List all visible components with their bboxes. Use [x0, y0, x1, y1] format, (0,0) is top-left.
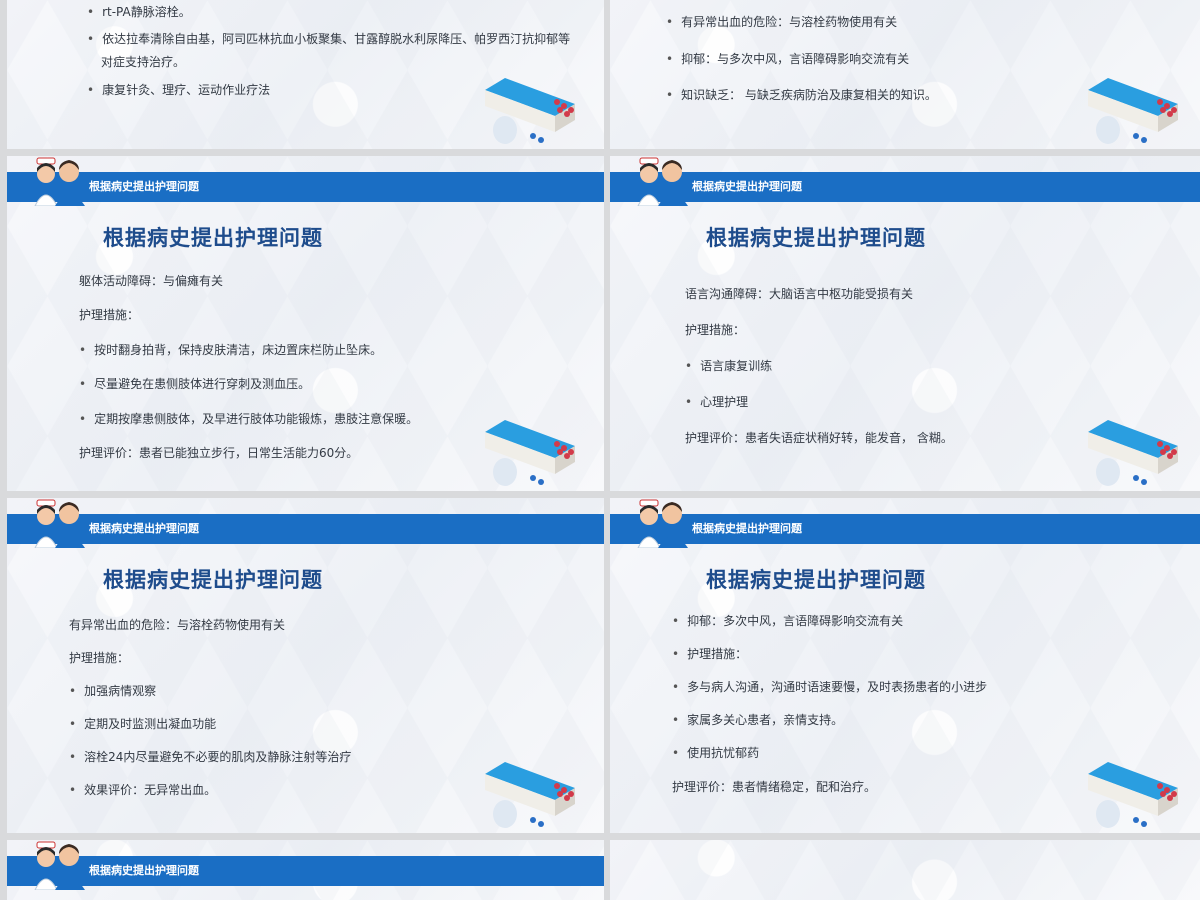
list-item: 护理评价：患者情绪稳定，配和治疗。: [672, 780, 877, 794]
list-item: 定期及时监测出凝血功能: [69, 715, 216, 732]
slide-banner: 根据病史提出护理问题: [610, 514, 1200, 544]
list-item: 护理评价：患者失语症状稍好转，能发音， 含糊。: [685, 431, 953, 445]
list-item: 躯体活动障碍：与偏瘫有关: [79, 274, 224, 288]
slide-thumbnail-4[interactable]: 根据病史提出护理问题 根据病史提出护理问题 语言沟通障碍：大脑语言中枢功能受损有…: [610, 156, 1200, 491]
banner-title: 根据病史提出护理问题: [692, 180, 802, 193]
list-item: 效果评价：无异常出血。: [69, 781, 216, 798]
slide-banner: 根据病史提出护理问题: [7, 514, 604, 544]
list-item: 抑郁：与多次中风，言语障碍影响交流有关: [666, 50, 909, 67]
doctor-nurse-icon: [637, 499, 688, 548]
list-item: 护理措施：: [79, 308, 140, 322]
slide-thumbnail-7[interactable]: 根据病史提出护理问题: [7, 840, 604, 900]
slide-banner: 根据病史提出护理问题: [7, 856, 604, 886]
doctor-nurse-icon: [34, 841, 85, 890]
list-item: 有异常出血的危险：与溶栓药物使用有关: [69, 618, 286, 632]
list-item: 护理措施：: [672, 645, 747, 662]
list-item: 家属多关心患者，亲情支持。: [672, 711, 843, 728]
list-item: rt-PA静脉溶栓。: [87, 3, 191, 20]
list-item: 有异常出血的危险：与溶栓药物使用有关: [666, 13, 897, 30]
slide-thumbnail-5[interactable]: 根据病史提出护理问题 根据病史提出护理问题 有异常出血的危险：与溶栓药物使用有关…: [7, 498, 604, 833]
list-item: 按时翻身拍背，保持皮肤清洁，床边置床栏防止坠床。: [79, 341, 382, 358]
list-item: 尽量避免在患侧肢体进行穿刺及测血压。: [79, 375, 310, 392]
slide-heading: 根据病史提出护理问题: [103, 568, 323, 592]
slide-heading: 根据病史提出护理问题: [103, 226, 323, 250]
banner-title: 根据病史提出护理问题: [692, 522, 802, 535]
list-item: 溶栓24内尽量避免不必要的肌肉及静脉注射等治疗: [69, 748, 351, 765]
list-item: 语言康复训练: [685, 357, 772, 374]
medicine-pills-icon: [1088, 420, 1178, 486]
list-item: 语言沟通障碍：大脑语言中枢功能受损有关: [685, 287, 914, 301]
list-item: 护理措施：: [685, 323, 746, 337]
doctor-nurse-icon: [34, 157, 85, 206]
slide-thumbnail-6[interactable]: 根据病史提出护理问题 根据病史提出护理问题 抑郁：多次中风，言语障碍影响交流有关…: [610, 498, 1200, 833]
list-item: 使用抗忧郁药: [672, 744, 759, 761]
list-item: 抑郁：多次中风，言语障碍影响交流有关: [672, 612, 903, 629]
list-item: 定期按摩患侧肢体，及早进行肢体功能锻炼，患肢注意保暖。: [79, 410, 418, 427]
list-item: 康复针灸、理疗、运动作业疗法: [87, 81, 270, 98]
medicine-pills-icon: [485, 420, 575, 486]
medicine-pills-icon: [1088, 762, 1178, 828]
slide-thumbnail-1[interactable]: rt-PA静脉溶栓。 依达拉奉清除自由基，阿司匹林抗血小板聚集、甘露醇脱水利尿降…: [7, 0, 604, 149]
slide-heading: 根据病史提出护理问题: [706, 568, 926, 592]
list-item: 护理措施：: [69, 651, 130, 665]
medicine-pills-icon: [485, 78, 575, 144]
banner-title: 根据病史提出护理问题: [89, 180, 199, 193]
list-item: 依达拉奉清除自由基，阿司匹林抗血小板聚集、甘露醇脱水利尿降压、帕罗西汀抗抑郁等: [87, 30, 570, 47]
banner-title: 根据病史提出护理问题: [89, 864, 199, 877]
list-item: 知识缺乏： 与缺乏疾病防治及康复相关的知识。: [666, 86, 937, 103]
list-item: 多与病人沟通，沟通时语速要慢，及时表扬患者的小进步: [672, 678, 987, 695]
list-item: 加强病情观察: [69, 682, 156, 699]
doctor-nurse-icon: [34, 499, 85, 548]
doctor-nurse-icon: [637, 157, 688, 206]
slide-thumbnail-8[interactable]: [610, 840, 1200, 900]
list-item-continued: 对症支持治疗。: [101, 55, 186, 69]
slide-thumbnail-3[interactable]: 根据病史提出护理问题 根据病史提出护理问题 躯体活动障碍：与偏瘫有关 护理措施：…: [7, 156, 604, 491]
medicine-pills-icon: [1088, 78, 1178, 144]
slide-thumbnail-2[interactable]: 有异常出血的危险：与溶栓药物使用有关 抑郁：与多次中风，言语障碍影响交流有关 知…: [610, 0, 1200, 149]
slide-banner: 根据病史提出护理问题: [610, 172, 1200, 202]
banner-title: 根据病史提出护理问题: [89, 522, 199, 535]
slide-banner: 根据病史提出护理问题: [7, 172, 604, 202]
list-item: 护理评价：患者已能独立步行，日常生活能力60分。: [79, 446, 359, 460]
list-item: 心理护理: [685, 393, 748, 410]
medicine-pills-icon: [485, 762, 575, 828]
slide-heading: 根据病史提出护理问题: [706, 226, 926, 250]
